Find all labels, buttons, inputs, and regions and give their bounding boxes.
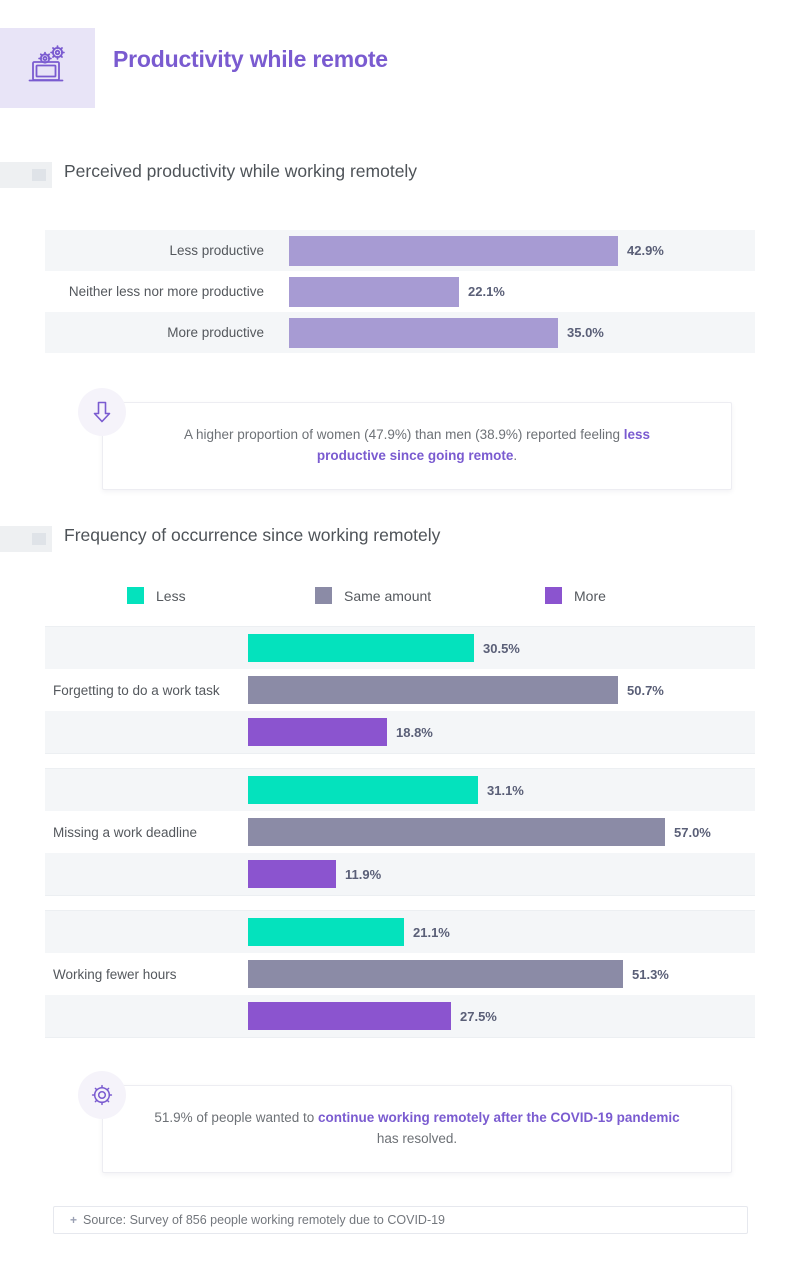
section-marker-icon [0,526,52,552]
bar-group-label: Missing a work deadline [53,824,198,840]
legend-swatch-icon [127,587,144,604]
callout-card: A higher proportion of women (47.9%) tha… [102,402,732,490]
legend-swatch-icon [315,587,332,604]
bar-group-label: Working fewer hours [53,966,177,982]
bar-area: 42.9% [289,230,664,271]
gear-icon [78,1071,126,1119]
table-row: Neither less nor more productive 22.1% [45,271,755,312]
bar-same-amount [248,818,665,846]
callout-text-bold: continue working remotely after the COVI… [318,1110,680,1125]
down-arrow-icon [78,388,126,436]
bar-group-label: Forgetting to do a work task [53,682,220,698]
bar-value-label: 51.3% [632,966,669,982]
chart-frequency-of-occurrence: Forgetting to do a work task 30.5% 50.7%… [45,626,755,1038]
bar-group-forgetting-task: Forgetting to do a work task 30.5% 50.7%… [45,626,755,754]
callout-text-part2: . [513,447,518,463]
bar-area: 31.1% [248,769,524,811]
bar-area: 50.7% [248,669,664,711]
bar-value-label: 35.0% [567,325,604,340]
bar-less [248,634,474,662]
legend-label: More [574,587,606,604]
bar-area: 11.9% [248,853,381,895]
laptop-gears-icon [25,43,71,94]
bar-group-missing-deadline: Missing a work deadline 31.1% 57.0% 11.9… [45,768,755,896]
bar-more [248,718,387,746]
bar-neither-productive [289,276,459,307]
bar-area: 22.1% [289,271,505,312]
bar-category-label: More productive [167,325,264,340]
bar-area: 35.0% [289,312,604,353]
bar-less-productive [289,235,618,266]
bar-value-label: 50.7% [627,682,664,698]
bar-value-label: 21.1% [413,924,450,940]
bar-more [248,1002,451,1030]
source-bar[interactable]: + Source: Survey of 856 people working r… [53,1206,748,1234]
bar-value-label: 57.0% [674,824,711,840]
chart-perceived-productivity: Less productive 42.9% Neither less nor m… [45,230,755,353]
callout-card: 51.9% of people wanted to continue worki… [102,1085,732,1173]
bar-value-label: 27.5% [460,1008,497,1024]
expand-plus-icon[interactable]: + [70,1213,77,1227]
legend-item-same-amount[interactable]: Same amount [315,587,431,604]
bar-less [248,776,478,804]
legend-swatch-icon [545,587,562,604]
bar-value-label: 42.9% [627,243,664,258]
legend-label: Less [156,587,186,604]
infographic-page: Productivity while remote Perceived prod… [0,0,800,1269]
bar-value-label: 22.1% [468,284,505,299]
bar-group-working-fewer-hours: Working fewer hours 21.1% 51.3% 27.5% [45,910,755,1038]
bar-same-amount [248,676,618,704]
legend-item-less[interactable]: Less [127,587,186,604]
legend-item-more[interactable]: More [545,587,606,604]
bar-value-label: 30.5% [483,640,520,656]
bar-value-label: 11.9% [345,866,382,882]
header-icon-box [0,28,95,108]
legend-label: Same amount [344,587,432,604]
bar-area: 18.8% [248,711,433,753]
callout-text-part2: has resolved. [376,1130,458,1146]
bar-area: 30.5% [248,627,520,669]
bar-more [248,860,336,888]
bar-category-label: Less productive [169,243,264,258]
bar-value-label: 31.1% [487,782,524,798]
bar-area: 21.1% [248,911,450,953]
source-text: Source: Survey of 856 people working rem… [83,1213,446,1227]
bar-area: 57.0% [248,811,711,853]
bar-more-productive [289,317,558,348]
section-title-2: Frequency of occurrence since working re… [64,525,441,545]
bar-less [248,918,404,946]
page-header: Productivity while remote [0,28,800,108]
section-marker-icon [0,162,52,188]
bar-area: 51.3% [248,953,669,995]
table-row: More productive 35.0% [45,312,755,353]
bar-category-label: Neither less nor more productive [68,284,264,299]
bar-area: 27.5% [248,995,497,1037]
section-title-1: Perceived productivity while working rem… [64,161,418,181]
bar-same-amount [248,960,623,988]
callout-text-part1: 51.9% of people wanted to [154,1110,319,1125]
bar-value-label: 18.8% [396,724,433,740]
callout-text-part1: A higher proportion of women (47.9%) tha… [183,427,624,442]
table-row: Less productive 42.9% [45,230,755,271]
chart-legend: Less Same amount More [127,587,727,607]
page-title: Productivity while remote [113,46,388,72]
